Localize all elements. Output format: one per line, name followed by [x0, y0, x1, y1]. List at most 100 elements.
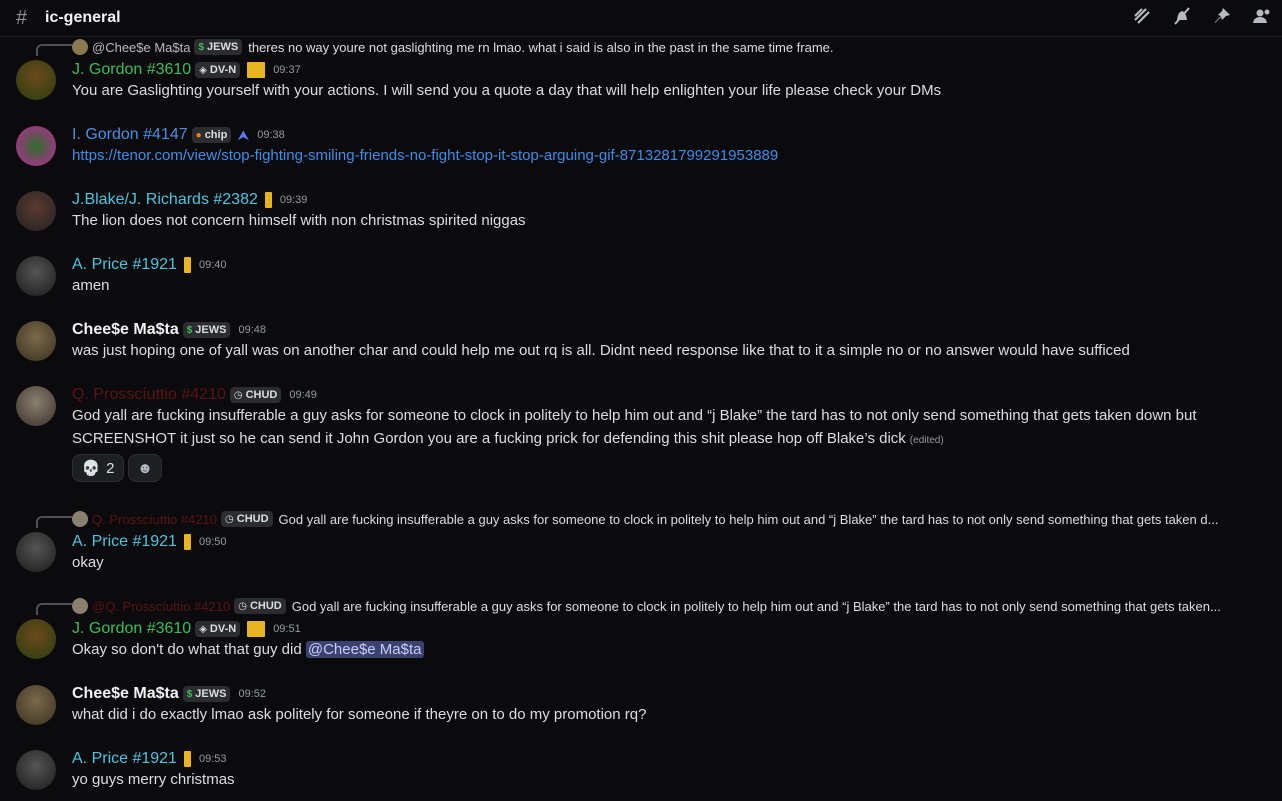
message: Chee$e Ma$ta $ JEWS 09:48 was just hoping… [0, 320, 1282, 370]
avatar[interactable] [16, 256, 56, 296]
add-reaction-icon: ☻ [137, 459, 153, 477]
badge-icon [247, 621, 266, 637]
message: @Q. Prosscíuttio #4210 ◷ CHUD God yall ar… [0, 597, 1282, 667]
role-tag: ◷ CHUD [229, 387, 282, 403]
user-mention[interactable]: @Chee$e Ma$ta [305, 641, 424, 658]
diamond-icon: ◈ [199, 64, 207, 76]
avatar[interactable] [16, 619, 56, 659]
members-icon[interactable] [1242, 6, 1282, 31]
timestamp: 09:37 [273, 64, 301, 76]
message-text: The lion does not concern himself with n… [72, 212, 526, 229]
timestamp: 09:51 [273, 623, 301, 635]
reaction-count: 2 [106, 459, 115, 477]
avatar[interactable] [16, 750, 56, 790]
role-tag: $ JEWS [182, 686, 231, 702]
message-header: J. Gordon #3610 ◈ DV-N 09:51 [72, 619, 301, 639]
avatar[interactable] [16, 126, 56, 166]
channel-header: # ic-general [0, 0, 1282, 37]
role-tag-label: CHUD [236, 513, 269, 525]
username[interactable]: Q. Prosscíuttio #4210 [72, 386, 226, 404]
username[interactable]: I. Gordon #4147 [72, 126, 188, 144]
role-tag-label: JEWS [195, 324, 227, 336]
avatar[interactable] [16, 685, 56, 725]
reply-author[interactable]: Q. Prosscíuttio #4210 [92, 512, 217, 527]
message-header: Chee$e Ma$ta $ JEWS 09:52 [72, 684, 266, 704]
channel-name: ic-general [45, 9, 121, 26]
role-tag: ◈ DV-N [195, 621, 241, 637]
clock-icon: ◷ [233, 389, 243, 401]
reply-connector [36, 44, 72, 56]
message-text: okay [72, 554, 104, 571]
message-link[interactable]: https://tenor.com/view/stop-fighting-smi… [72, 147, 778, 164]
mute-bell-icon[interactable] [1162, 6, 1202, 31]
username[interactable]: Chee$e Ma$ta [72, 685, 179, 703]
rank-chevron-icon: ⮝ [237, 126, 250, 143]
username[interactable]: J.Blake/J. Richards #2382 [72, 191, 258, 209]
add-reaction-button[interactable]: ☻ [128, 454, 162, 482]
username[interactable]: J. Gordon #3610 [72, 61, 191, 79]
reply-author[interactable]: @Chee$e Ma$ta [92, 40, 190, 55]
money-icon: $ [186, 688, 193, 700]
money-icon: $ [198, 41, 205, 53]
avatar [72, 511, 88, 527]
avatar[interactable] [16, 386, 56, 426]
message: Q. Prosscíuttio #4210 ◷ CHUD 09:49 God ya… [0, 385, 1282, 485]
username[interactable]: Chee$e Ma$ta [72, 321, 179, 339]
reply-text: God yall are fucking insufferable a guy … [291, 598, 1221, 614]
edited-label: (edited) [909, 435, 944, 446]
message-text: You are Gaslighting yourself with your a… [72, 82, 942, 99]
role-tag-label: DV-N [209, 623, 237, 635]
role-tag: ◈ DV-N [195, 62, 241, 78]
reply-text: theres no way youre not gaslighting me r… [248, 39, 834, 55]
chip-icon: ● [195, 129, 202, 141]
role-tag: ◷ CHUD [234, 598, 286, 614]
reply-text: God yall are fucking insufferable a guy … [278, 511, 1219, 527]
avatar[interactable] [16, 532, 56, 572]
hash-icon: # [16, 6, 28, 29]
role-tag: ◷ CHUD [221, 511, 273, 527]
avatar[interactable] [16, 321, 56, 361]
username[interactable]: A. Price #1921 [72, 750, 177, 768]
reply-preview[interactable]: Q. Prosscíuttio #4210 ◷ CHUD God yall are… [72, 510, 1272, 528]
timestamp: 09:49 [289, 389, 317, 401]
reply-preview[interactable]: @Chee$e Ma$ta $ JEWS theres no way youre … [72, 38, 1272, 56]
role-tag-label: CHUD [245, 389, 278, 401]
message-text-line: Okay so don't do what that guy did @Chee… [72, 641, 424, 658]
timestamp: 09:52 [238, 688, 266, 700]
username[interactable]: A. Price #1921 [72, 256, 177, 274]
avatar [72, 598, 88, 614]
message: @Chee$e Ma$ta $ JEWS theres no way youre … [0, 38, 1282, 108]
role-tag: $ JEWS [182, 322, 231, 338]
reply-connector [36, 603, 72, 615]
message-text: amen [72, 277, 110, 294]
pin-icon[interactable] [1202, 6, 1242, 31]
avatar[interactable] [16, 191, 56, 231]
message: J.Blake/J. Richards #2382 09:39 The lion… [0, 190, 1282, 240]
avatar[interactable] [16, 60, 56, 100]
badge-icon [183, 534, 191, 550]
badge-icon [183, 751, 191, 767]
message: A. Price #1921 09:53 yo guys merry chris… [0, 749, 1282, 799]
username[interactable]: A. Price #1921 [72, 533, 177, 551]
role-tag-label: chip [204, 129, 228, 141]
timestamp: 09:39 [279, 194, 308, 206]
message: A. Price #1921 09:40 amen [0, 255, 1282, 305]
badge-icon [264, 192, 272, 208]
avatar [72, 39, 88, 55]
threads-icon[interactable] [1122, 6, 1162, 31]
role-tag: $ JEWS [194, 39, 243, 55]
username[interactable]: J. Gordon #3610 [72, 620, 191, 638]
message-text-line: SCREENSHOT it just so he can send it Joh… [72, 430, 944, 447]
reaction-skull[interactable]: 💀 2 [72, 454, 124, 482]
clock-icon: ◷ [225, 513, 234, 525]
diamond-icon: ◈ [199, 623, 207, 635]
message-header: A. Price #1921 09:50 [72, 532, 226, 552]
skull-icon: 💀 [81, 460, 101, 477]
timestamp: 09:50 [198, 536, 227, 548]
reply-author[interactable]: @Q. Prosscíuttio #4210 [92, 599, 230, 614]
message-header: Chee$e Ma$ta $ JEWS 09:48 [72, 320, 266, 340]
reply-preview[interactable]: @Q. Prosscíuttio #4210 ◷ CHUD God yall ar… [72, 597, 1272, 615]
message-header: A. Price #1921 09:40 [72, 255, 226, 275]
message-text: what did i do exactly lmao ask politely … [72, 706, 647, 723]
message: I. Gordon #4147 ● chip ⮝ 09:38 https://te… [0, 125, 1282, 175]
